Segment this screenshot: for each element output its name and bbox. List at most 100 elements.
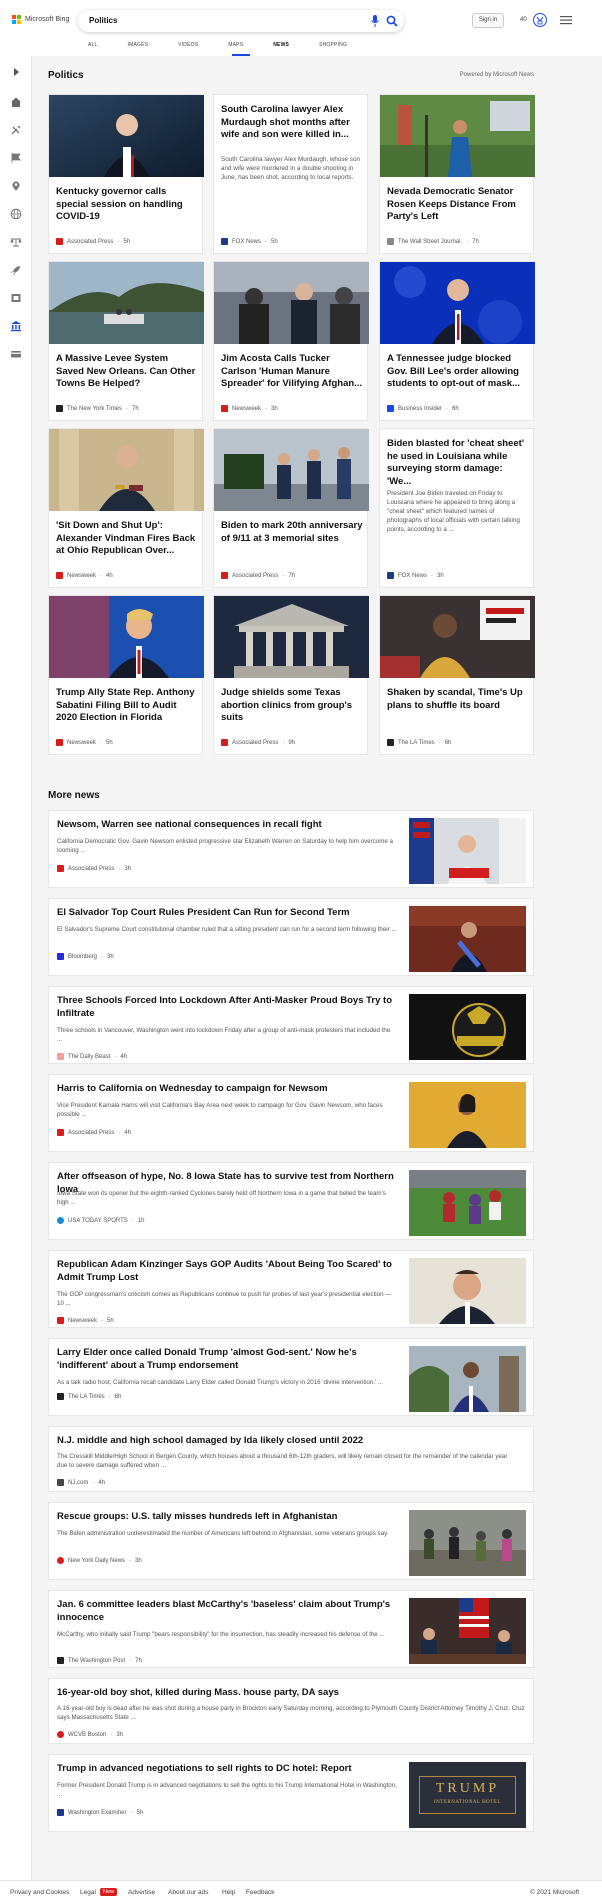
item-snippet: Vice President Kamala Harris will visit … <box>57 1102 383 1118</box>
source-logo-icon <box>56 238 63 245</box>
search-icon[interactable] <box>386 15 398 27</box>
item-source: The Washington Post · 7h <box>57 1657 142 1664</box>
list-item[interactable]: Trump in advanced negotiations to sell r… <box>48 1754 534 1832</box>
item-title[interactable]: N.J. middle and high school damaged by I… <box>57 1435 517 1448</box>
list-item[interactable]: Republican Adam Kinzinger Says GOP Audit… <box>48 1250 534 1328</box>
news-card[interactable]: 'Sit Down and Shut Up': Alexander Vindma… <box>48 428 204 588</box>
news-card[interactable]: South Carolina lawyer Alex Murdaugh shot… <box>213 94 368 254</box>
tab-videos[interactable]: VIDEOS <box>178 42 198 48</box>
bank-icon[interactable] <box>10 320 22 332</box>
card-title[interactable]: South Carolina lawyer Alex Murdaugh shot… <box>221 104 363 142</box>
footer-about-ads-link[interactable]: About our ads <box>168 1889 208 1896</box>
flag-icon[interactable] <box>10 152 22 164</box>
rewards-points[interactable]: 40 <box>520 17 527 23</box>
item-title[interactable]: Larry Elder once called Donald Trump 'al… <box>57 1347 397 1372</box>
source-name: Newsweek <box>67 572 97 579</box>
card-title[interactable]: Kentucky governor calls special session … <box>56 186 198 224</box>
card-title[interactable]: 'Sit Down and Shut Up': Alexander Vindma… <box>56 520 198 558</box>
rocket-icon[interactable] <box>10 264 22 276</box>
source-name: Associated Press <box>232 572 279 579</box>
card-title[interactable]: A Tennessee judge blocked Gov. Bill Lee'… <box>387 353 529 391</box>
source-logo-icon <box>57 1479 64 1486</box>
footer-advertise-link[interactable]: Advertise <box>128 1889 155 1896</box>
bing-logo[interactable]: Microsoft Bing <box>12 15 69 24</box>
age: 9h <box>288 739 296 746</box>
list-item[interactable]: After offseason of hype, No. 8 Iowa Stat… <box>48 1162 534 1240</box>
powered-by-label[interactable]: Powered by Microsoft News <box>460 72 534 78</box>
item-title[interactable]: Jan. 6 committee leaders blast McCarthy'… <box>57 1599 397 1624</box>
footer-feedback-link[interactable]: Feedback <box>246 1889 275 1896</box>
news-card[interactable]: Biden to mark 20th anniversary of 9/11 a… <box>213 428 369 588</box>
tab-shopping[interactable]: SHOPPING <box>319 42 347 48</box>
item-source: Associated Press · 4h <box>57 1129 131 1136</box>
list-item[interactable]: Jan. 6 committee leaders blast McCarthy'… <box>48 1590 534 1668</box>
item-title[interactable]: Three Schools Forced Into Lockdown After… <box>57 995 397 1020</box>
news-card[interactable]: Jim Acosta Calls Tucker Carlson 'Human M… <box>213 261 369 421</box>
item-source: Bloomberg · 3h <box>57 953 114 960</box>
news-card[interactable]: A Tennessee judge blocked Gov. Bill Lee'… <box>379 261 535 421</box>
news-card[interactable]: Judge shields some Texas abortion clinic… <box>213 595 369 755</box>
card-source: Newsweek · 5h <box>56 739 113 746</box>
list-item[interactable]: Larry Elder once called Donald Trump 'al… <box>48 1338 534 1416</box>
item-title[interactable]: Harris to California on Wednesday to cam… <box>57 1083 397 1096</box>
sign-in-button[interactable]: Sign in <box>472 13 504 28</box>
film-icon[interactable] <box>10 292 22 304</box>
news-card[interactable]: Kentucky governor calls special session … <box>48 94 204 254</box>
tab-maps[interactable]: MAPS <box>228 42 243 48</box>
item-title[interactable]: Republican Adam Kinzinger Says GOP Audit… <box>57 1259 397 1284</box>
footer-help-link[interactable]: Help <box>222 1889 235 1896</box>
card-title[interactable]: Shaken by scandal, Time's Up plans to sh… <box>387 687 529 712</box>
source-name: The LA Times <box>68 1393 105 1400</box>
item-title[interactable]: Newsom, Warren see national consequences… <box>57 819 397 832</box>
tab-news[interactable]: NEWS <box>273 42 289 48</box>
source-name: Newsweek <box>232 405 262 412</box>
item-source: Newsweek · 5h <box>57 1317 114 1324</box>
top-bar: Microsoft Bing Politics Sign in 40 ALL I… <box>0 0 602 56</box>
search-input[interactable]: Politics <box>89 16 117 25</box>
footer-privacy-link[interactable]: Privacy and Cookies <box>10 1889 69 1896</box>
item-title[interactable]: Rescue groups: U.S. tally misses hundred… <box>57 1511 397 1524</box>
microphone-icon[interactable] <box>370 15 380 27</box>
scale-icon[interactable] <box>10 236 22 248</box>
card-image <box>214 429 369 511</box>
news-card[interactable]: Trump Ally State Rep. Anthony Sabatini F… <box>48 595 204 755</box>
card-title[interactable]: Judge shields some Texas abortion clinic… <box>221 687 363 725</box>
rewards-icon[interactable] <box>532 12 548 28</box>
list-item[interactable]: N.J. middle and high school damaged by I… <box>48 1426 534 1492</box>
list-item[interactable]: Newsom, Warren see national consequences… <box>48 810 534 888</box>
age: 3h <box>271 405 278 412</box>
tools-icon[interactable] <box>10 124 22 136</box>
news-card[interactable]: Nevada Democratic Senator Rosen Keeps Di… <box>379 94 535 254</box>
list-item[interactable]: Harris to California on Wednesday to cam… <box>48 1074 534 1152</box>
footer-legal-link[interactable]: Legal <box>80 1889 96 1896</box>
card-title[interactable]: A Massive Levee System Saved New Orleans… <box>56 353 198 391</box>
scope-tabs: ALL IMAGES VIDEOS MAPS NEWS SHOPPING <box>88 42 377 48</box>
card-title[interactable]: Trump Ally State Rep. Anthony Sabatini F… <box>56 687 198 725</box>
list-item[interactable]: Three Schools Forced Into Lockdown After… <box>48 986 534 1064</box>
list-item[interactable]: Rescue groups: U.S. tally misses hundred… <box>48 1502 534 1580</box>
item-title[interactable]: El Salvador Top Court Rules President Ca… <box>57 907 397 920</box>
news-card[interactable]: A Massive Levee System Saved New Orleans… <box>48 261 204 421</box>
card-title[interactable]: Biden blasted for 'cheat sheet' he used … <box>387 438 529 488</box>
location-icon[interactable] <box>10 180 22 192</box>
news-card[interactable]: Shaken by scandal, Time's Up plans to sh… <box>379 595 535 755</box>
item-title[interactable]: 16-year-old boy shot, killed during Mass… <box>57 1687 527 1700</box>
card-title[interactable]: Nevada Democratic Senator Rosen Keeps Di… <box>387 186 529 224</box>
list-item[interactable]: 16-year-old boy shot, killed during Mass… <box>48 1678 534 1744</box>
globe-icon[interactable] <box>10 208 22 220</box>
card-source: Associated Press · 5h <box>56 238 130 245</box>
home-icon[interactable] <box>10 96 22 108</box>
card-image <box>214 262 369 344</box>
menu-icon[interactable] <box>560 14 572 26</box>
tab-all[interactable]: ALL <box>88 42 98 48</box>
tab-images[interactable]: IMAGES <box>128 42 149 48</box>
news-card[interactable]: Biden blasted for 'cheat sheet' he used … <box>379 428 534 588</box>
search-box[interactable]: Politics <box>78 10 404 32</box>
card-icon[interactable] <box>10 348 22 360</box>
card-title[interactable]: Jim Acosta Calls Tucker Carlson 'Human M… <box>221 353 363 391</box>
item-title[interactable]: Trump in advanced negotiations to sell r… <box>57 1763 397 1776</box>
category-sidebar <box>0 56 32 1903</box>
list-item[interactable]: El Salvador Top Court Rules President Ca… <box>48 898 534 976</box>
card-title[interactable]: Biden to mark 20th anniversary of 9/11 a… <box>221 520 363 545</box>
expand-icon[interactable] <box>10 66 22 78</box>
